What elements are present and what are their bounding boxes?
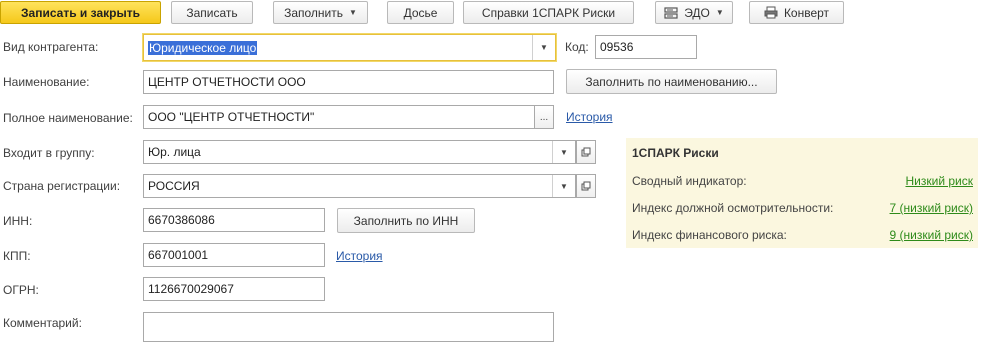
ogrn-label: ОГРН: — [3, 283, 39, 297]
kpp-value: 667001001 — [148, 248, 209, 262]
save-and-close-label: Записать и закрыть — [21, 5, 140, 20]
full-name-ellipsis-button[interactable]: ... — [534, 105, 554, 129]
ogrn-input[interactable]: 1126670029067 — [143, 277, 325, 301]
name-label: Наименование: — [3, 75, 90, 89]
kind-value: Юридическое лицо — [148, 40, 258, 55]
code-label: Код: — [565, 40, 589, 54]
fill-button[interactable]: Заполнить ▼ — [273, 1, 368, 24]
edo-icon — [664, 6, 678, 19]
full-name-label: Полное наименование: — [3, 111, 133, 125]
country-select[interactable]: РОССИЯ ▼ — [143, 174, 576, 198]
full-name-input[interactable]: ООО "ЦЕНТР ОТЧЕТНОСТИ" — [143, 105, 535, 129]
inn-label: ИНН: — [3, 214, 33, 228]
risk-row-label: Индекс должной осмотрительности: — [632, 201, 834, 215]
group-label: Входит в группу: — [3, 146, 95, 160]
edo-button[interactable]: ЭДО ▼ — [655, 1, 733, 24]
risk-row-label: Индекс финансового риска: — [632, 228, 787, 242]
risk-panel-title: 1СПАРК Риски — [632, 146, 719, 160]
edo-label: ЭДО — [684, 5, 710, 20]
chevron-down-icon[interactable]: ▼ — [552, 175, 575, 197]
fill-label: Заполнить — [284, 5, 343, 20]
code-value: 09536 — [600, 40, 634, 54]
risk-financial-link[interactable]: 9 (низкий риск) — [890, 228, 973, 242]
dossier-label: Досье — [403, 5, 438, 20]
group-value: Юр. лица — [148, 145, 201, 159]
country-value: РОССИЯ — [148, 179, 200, 193]
full-name-value: ООО "ЦЕНТР ОТЧЕТНОСТИ" — [148, 110, 315, 124]
chevron-down-icon: ▼ — [715, 8, 724, 17]
risk-diligence-link[interactable]: 7 (низкий риск) — [890, 201, 973, 215]
fill-by-inn-button[interactable]: Заполнить по ИНН — [337, 208, 475, 233]
country-label: Страна регистрации: — [3, 179, 121, 193]
risk-summary-link[interactable]: Низкий риск — [906, 174, 974, 188]
comment-input[interactable] — [143, 312, 554, 342]
dossier-button[interactable]: Досье — [387, 1, 454, 24]
open-form-icon[interactable] — [576, 140, 596, 164]
envelope-button[interactable]: Конверт — [749, 1, 844, 24]
chevron-down-icon[interactable]: ▼ — [532, 35, 555, 60]
spark-reports-label: Справки 1СПАРК Риски — [481, 5, 616, 20]
fill-by-name-button[interactable]: Заполнить по наименованию... — [566, 69, 777, 94]
save-button[interactable]: Записать — [171, 1, 253, 24]
spark-risk-panel: 1СПАРК Риски Сводный индикатор: Низкий р… — [626, 138, 978, 248]
inn-input[interactable]: 6670386086 — [143, 208, 325, 232]
ogrn-value: 1126670029067 — [148, 282, 234, 296]
counterparty-kind-select[interactable]: Юридическое лицо ▼ — [143, 34, 556, 61]
comment-label: Комментарий: — [3, 316, 82, 330]
code-input[interactable]: 09536 — [595, 35, 697, 59]
save-label: Записать — [186, 5, 238, 20]
kpp-input[interactable]: 667001001 — [143, 243, 325, 267]
risk-row-label: Сводный индикатор: — [632, 174, 747, 188]
kpp-history-link[interactable]: История — [336, 249, 383, 263]
name-input[interactable]: ЦЕНТР ОТЧЕТНОСТИ ООО — [143, 70, 554, 94]
save-and-close-button[interactable]: Записать и закрыть — [0, 1, 161, 24]
fill-by-inn-label: Заполнить по ИНН — [353, 213, 459, 228]
ellipsis-label: ... — [539, 111, 549, 123]
envelope-label: Конверт — [783, 5, 830, 20]
spark-reports-button[interactable]: Справки 1СПАРК Риски — [463, 1, 634, 24]
printer-icon — [764, 6, 778, 19]
kpp-label: КПП: — [3, 249, 31, 263]
inn-value: 6670386086 — [148, 213, 215, 227]
full-name-history-link[interactable]: История — [566, 110, 613, 124]
open-form-icon[interactable] — [576, 174, 596, 198]
kind-label: Вид контрагента: — [3, 40, 99, 54]
name-value: ЦЕНТР ОТЧЕТНОСТИ ООО — [148, 75, 306, 89]
group-select[interactable]: Юр. лица ▼ — [143, 140, 576, 164]
chevron-down-icon[interactable]: ▼ — [552, 141, 575, 163]
fill-by-name-label: Заполнить по наименованию... — [585, 74, 758, 89]
chevron-down-icon: ▼ — [349, 8, 357, 17]
